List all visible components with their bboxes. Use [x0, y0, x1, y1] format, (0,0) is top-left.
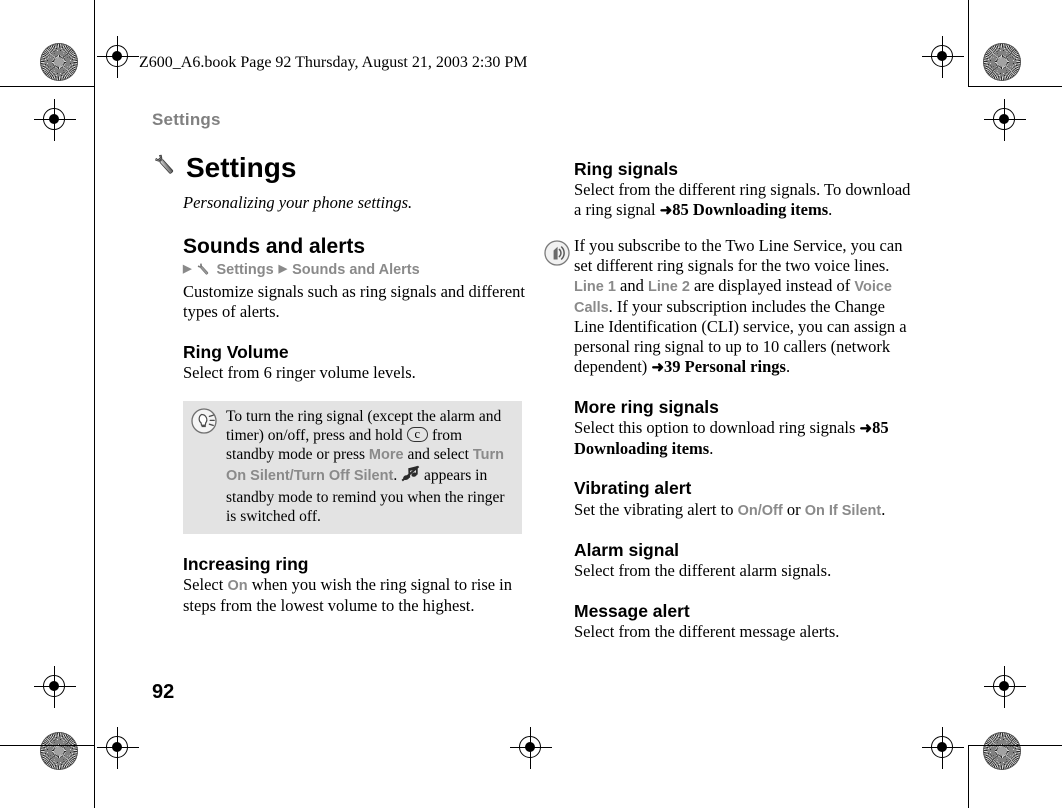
page-number: 92	[152, 681, 175, 703]
subsection-heading-more-ring-signals: More ring signals	[574, 397, 719, 418]
document-page: Z600_A6.book Page 92 Thursday, August 21…	[0, 0, 1062, 808]
trim-line	[968, 745, 1062, 746]
subsection-body-vibrating-alert: Set the vibrating alert to On/Off or On …	[574, 500, 914, 521]
subsection-heading-alarm-signal: Alarm signal	[574, 540, 680, 561]
running-head: Settings	[152, 110, 221, 129]
subsection-heading-vibrating-alert: Vibrating alert	[574, 478, 692, 499]
right-column: Ring signals Select from the different r…	[544, 159, 914, 642]
subsection-heading-ring-signals: Ring signals	[574, 159, 679, 179]
cross-reference-arrow-icon: ➜	[651, 359, 665, 377]
vibrating-alert-text-3: .	[881, 499, 886, 519]
cross-reference-arrow-icon: ➜	[859, 420, 873, 438]
ui-term-line-1: Line 1	[574, 279, 616, 296]
cross-reference-arrow-icon: ➜	[659, 202, 673, 220]
registration-mark	[922, 36, 964, 78]
subsection-body-ring-volume: Select from 6 ringer volume levels.	[183, 362, 416, 382]
subsection-body-more-ring-signals: Select this option to download ring sign…	[574, 418, 914, 458]
tip-text: To turn the ring signal (except the alar…	[226, 407, 512, 526]
silent-mode-icon	[401, 465, 424, 487]
registration-mark	[97, 36, 139, 78]
ui-term-more: More	[368, 447, 404, 464]
registration-mark	[984, 99, 1026, 141]
breadcrumb: ▶ Settings ▶ Sounds and Alerts	[183, 262, 533, 278]
trim-line	[94, 0, 95, 808]
trim-line	[968, 0, 969, 86]
vibrating-alert-text-2: or	[782, 499, 805, 519]
subsection-body-ring-signals: Select from the different ring signals. …	[574, 180, 914, 220]
registration-mark	[984, 666, 1026, 708]
chapter-title: Settings	[155, 152, 533, 185]
breadcrumb-separator-arrow-icon: ▶	[278, 263, 288, 276]
subsection-body-message-alert: Select from the different message alerts…	[574, 622, 840, 642]
trim-line	[0, 86, 95, 87]
tip-bulb-icon	[191, 408, 217, 439]
tip-text-4: .	[393, 466, 402, 484]
registration-mark	[922, 727, 964, 769]
subsection-body-alarm-signal: Select from the different alarm signals.	[574, 561, 832, 581]
subsection-body-increasing-ring: Select On when you wish the ring signal …	[183, 575, 533, 615]
tip-box: To turn the ring signal (except the alar…	[183, 400, 522, 535]
breadcrumb-lead-arrow-icon: ▶	[183, 263, 192, 276]
ring-signal-icon	[544, 240, 570, 271]
registration-mark	[34, 666, 76, 708]
cross-reference-link[interactable]: 39 Personal rings	[664, 357, 786, 376]
cross-reference-link[interactable]: 85 Downloading items	[672, 200, 828, 219]
ui-term-on: On	[737, 502, 758, 519]
section-heading-sounds-and-alerts: Sounds and alerts	[183, 234, 366, 258]
trim-line	[0, 745, 95, 746]
book-file-header: Z600_A6.book Page 92 Thursday, August 21…	[139, 54, 528, 71]
breadcrumb-item-settings[interactable]: Settings	[216, 262, 273, 278]
note-text-3: are displayed instead of	[689, 276, 855, 296]
note-text-5: .	[785, 357, 791, 377]
tip-text-3: and select	[403, 446, 473, 464]
vibrating-alert-text-1: Set the vibrating alert to	[574, 499, 738, 519]
subsection-heading-message-alert: Message alert	[574, 601, 690, 622]
density-burst-mark	[983, 732, 1021, 770]
density-burst-mark	[40, 732, 78, 770]
ui-term-on-if-silent: On If Silent	[804, 502, 882, 519]
trim-line	[968, 86, 1062, 87]
density-burst-mark	[983, 43, 1021, 81]
more-ring-signals-text-2: .	[709, 438, 714, 458]
note-text-1: If you subscribe to the Two Line Service…	[574, 236, 903, 276]
registration-mark	[97, 727, 139, 769]
wrench-icon	[196, 262, 211, 277]
subsection-heading-increasing-ring: Increasing ring	[183, 554, 309, 575]
registration-mark	[510, 727, 552, 769]
more-ring-signals-text-1: Select this option to download ring sign…	[574, 418, 860, 438]
density-burst-mark	[40, 43, 78, 81]
subsection-heading-ring-volume: Ring Volume	[183, 341, 289, 362]
left-column: Settings Personalizing your phone settin…	[155, 152, 533, 616]
ui-term-off: Off	[761, 502, 783, 519]
clear-key-icon: c	[406, 427, 429, 443]
note-text: If you subscribe to the Two Line Service…	[574, 236, 914, 377]
registration-mark	[34, 99, 76, 141]
ring-signals-text-2: .	[828, 200, 833, 220]
ui-term-turn-off-silent: Turn Off Silent	[293, 467, 394, 484]
breadcrumb-item-sounds-and-alerts[interactable]: Sounds and Alerts	[292, 262, 420, 278]
increasing-ring-text-1: Select	[183, 575, 228, 595]
note-text-2: and	[615, 276, 648, 296]
wrench-icon	[152, 152, 178, 185]
chapter-title-text: Settings	[186, 152, 297, 183]
note-box: If you subscribe to the Two Line Service…	[544, 236, 914, 377]
trim-line	[968, 745, 969, 808]
chapter-subtitle: Personalizing your phone settings.	[183, 192, 413, 212]
section-body-sounds-and-alerts: Customize signals such as ring signals a…	[183, 281, 526, 321]
ui-term-line-2: Line 2	[647, 279, 690, 296]
ui-term-on: On	[227, 578, 248, 595]
